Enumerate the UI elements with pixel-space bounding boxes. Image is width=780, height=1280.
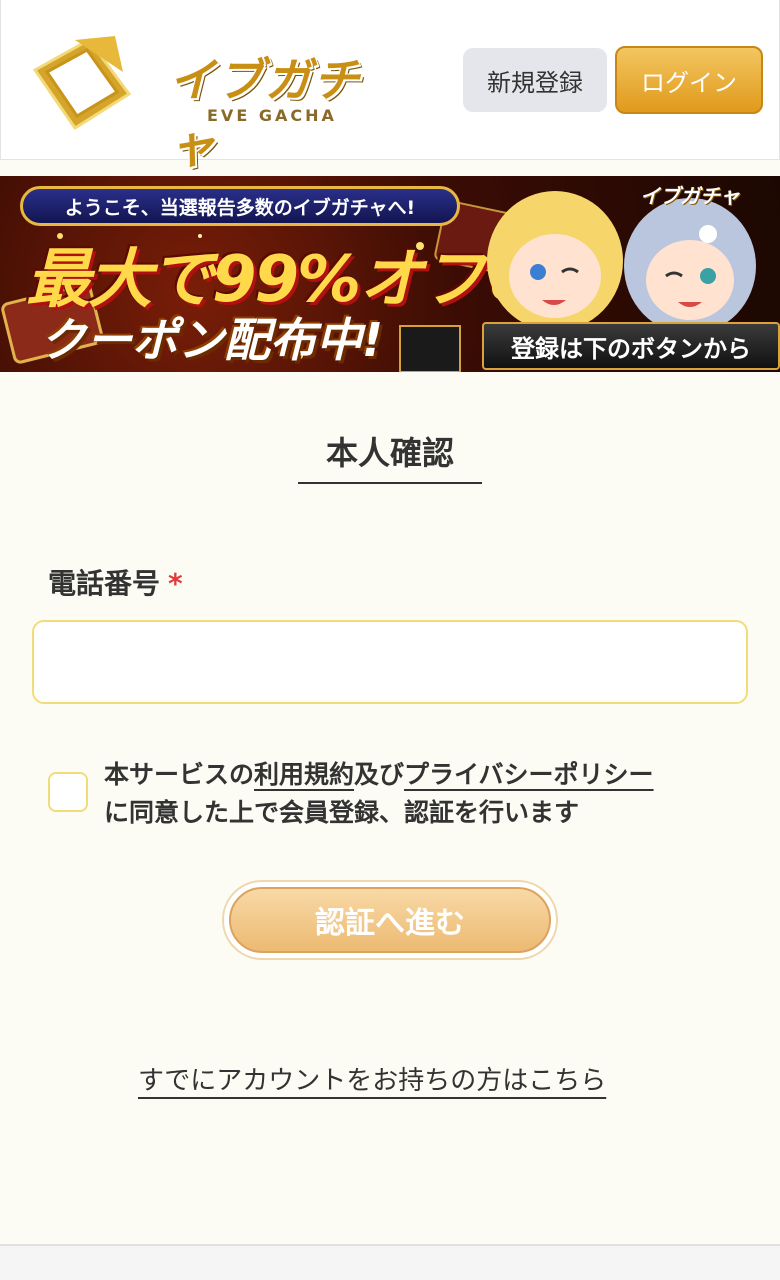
footer-bar bbox=[0, 1244, 780, 1280]
agree-text: 本サービスの利用規約及びプライバシーポリシーに同意した上で会員登録、認証を行いま… bbox=[104, 756, 744, 832]
verify-button[interactable]: 認証へ進む bbox=[229, 887, 551, 953]
phone-label: 電話番号 * bbox=[48, 562, 183, 602]
privacy-link[interactable]: プライバシーポリシー bbox=[404, 760, 654, 789]
card-logo-icon bbox=[32, 36, 132, 131]
register-button[interactable]: 新規登録 bbox=[463, 48, 607, 112]
verify-button-frame: 認証へ進む bbox=[222, 880, 558, 960]
banner-cta: 登録は下のボタンから bbox=[482, 322, 780, 370]
banner-welcome: ようこそ、当選報告多数のイブガチャへ! bbox=[20, 186, 460, 226]
agree-prefix: 本サービスの bbox=[104, 760, 255, 789]
agree-suffix: に同意した上で会員登録、認証を行います bbox=[104, 798, 580, 827]
login-button[interactable]: ログイン bbox=[615, 46, 763, 114]
terms-link[interactable]: 利用規約 bbox=[254, 760, 354, 789]
agree-checkbox[interactable] bbox=[48, 772, 88, 812]
agree-and: 及び bbox=[354, 760, 405, 789]
required-mark: * bbox=[168, 567, 183, 600]
phone-label-text: 電話番号 bbox=[48, 567, 161, 600]
phone-input[interactable] bbox=[32, 620, 748, 704]
page-title: 本人確認 bbox=[298, 428, 482, 484]
site-logo[interactable]: イブガチャ EVE GACHA bbox=[19, 22, 389, 173]
site-header: イブガチャ EVE GACHA 新規登録 ログイン bbox=[0, 0, 780, 173]
banner-subheadline: クーポン配布中! bbox=[40, 313, 383, 367]
coupon-banner[interactable]: ようこそ、当選報告多数のイブガチャへ! 最大で99%オフの クーポン配布中! イ… bbox=[0, 176, 780, 372]
banner-logo: イブガチャ bbox=[640, 184, 740, 208]
have-account-link[interactable]: すでにアカウントをお持ちの方はこちら bbox=[138, 1060, 606, 1097]
logo-subtitle: EVE GACHA bbox=[207, 106, 337, 125]
